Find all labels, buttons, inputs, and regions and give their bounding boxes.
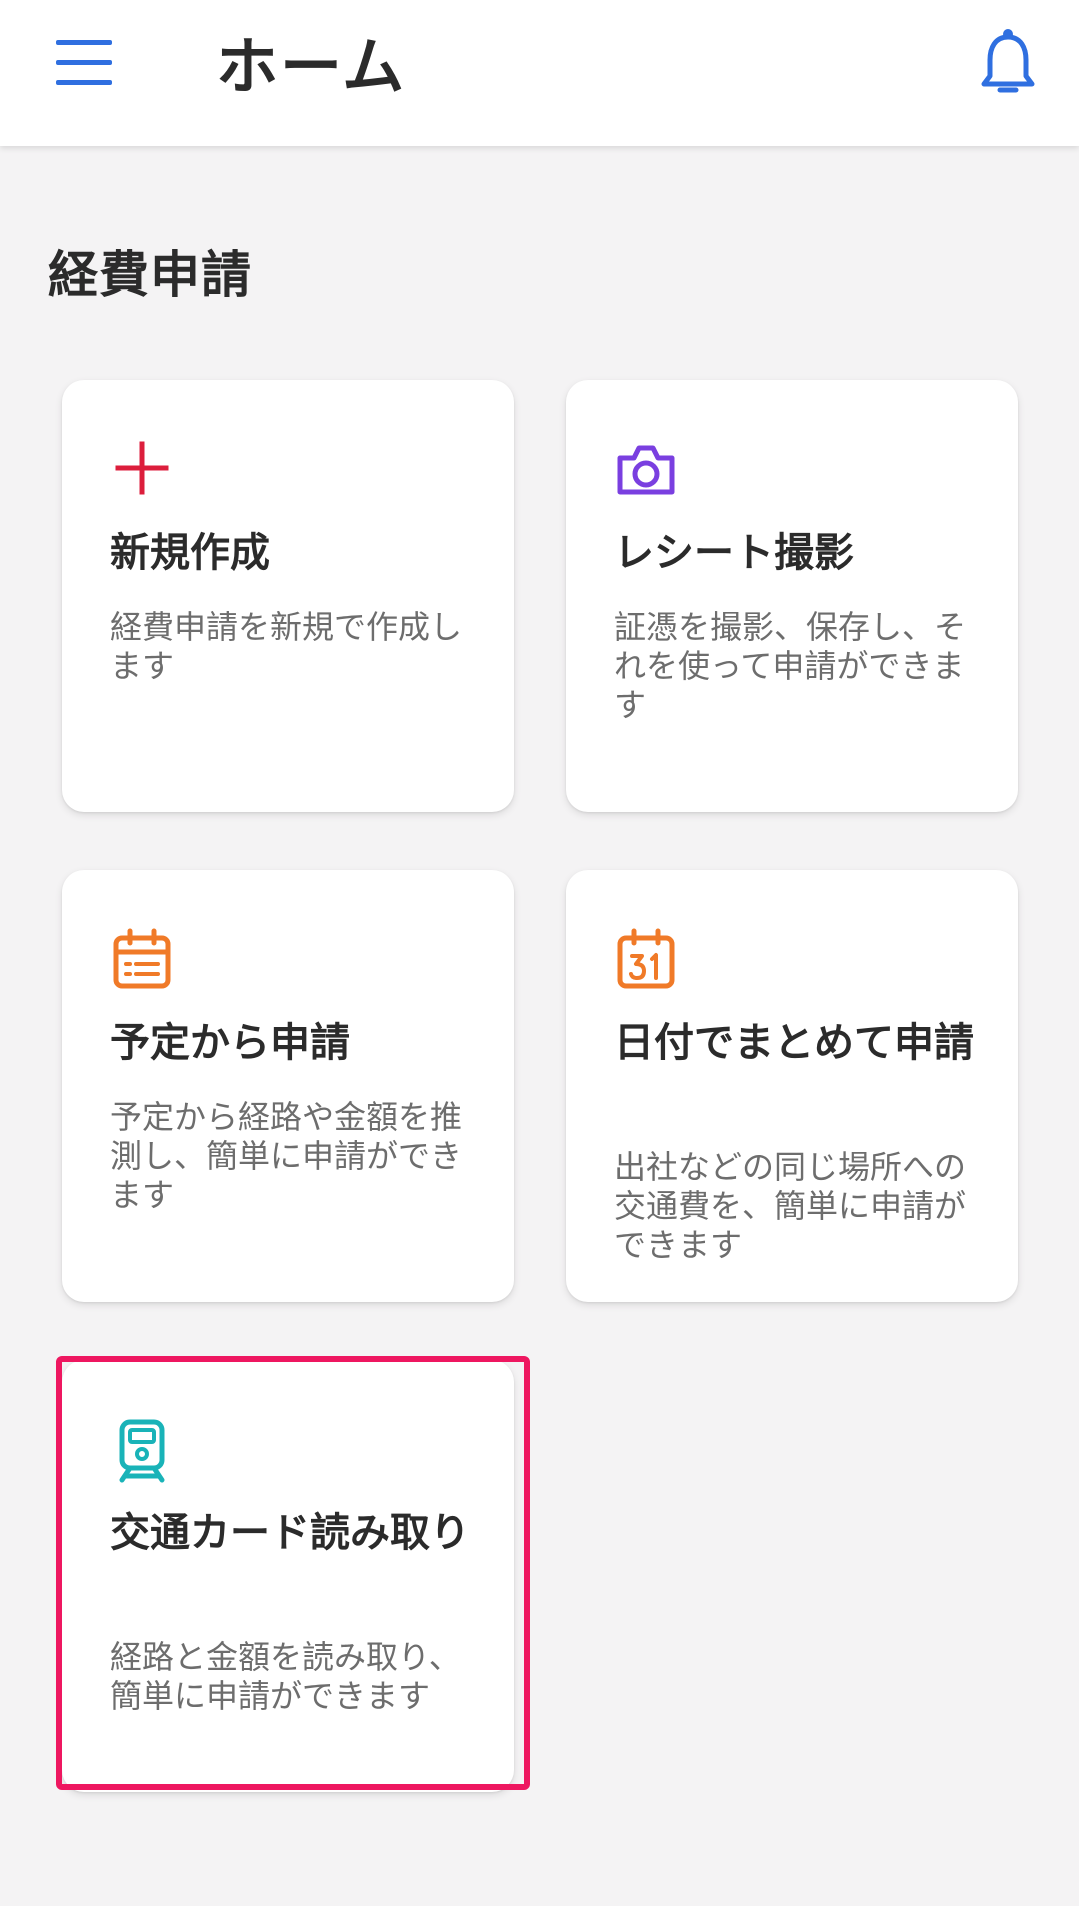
page-title: ホーム	[216, 30, 407, 103]
card-apply-by-date[interactable]: 日付でまとめて申請 出社などの同じ場所への交通費を、簡単に申請ができます	[566, 870, 1018, 1302]
card-description: 予定から経路や金額を推測し、簡単に申請ができます	[110, 1098, 463, 1214]
train-icon	[108, 1416, 176, 1484]
calendar-icon	[108, 926, 176, 994]
calendar-31-icon	[612, 926, 680, 994]
card-description: 出社などの同じ場所への交通費を、簡単に申請ができます	[614, 1148, 967, 1264]
app-header: ホーム	[0, 0, 1079, 146]
card-title: 交通カード読み取り	[110, 1510, 470, 1556]
section-title: 経費申請	[48, 246, 252, 304]
hamburger-menu-icon[interactable]	[50, 34, 120, 92]
card-title: 新規作成	[110, 530, 270, 576]
card-title: 日付でまとめて申請	[614, 1020, 974, 1066]
card-transit-card-read[interactable]: 交通カード読み取り 経路と金額を読み取り、簡単に申請ができます	[62, 1360, 514, 1792]
card-receipt-photo[interactable]: レシート撮影 証憑を撮影、保存し、それを使って申請ができます	[566, 380, 1018, 812]
card-new-expense[interactable]: 新規作成 経費申請を新規で作成します	[62, 380, 514, 812]
card-description: 証憑を撮影、保存し、それを使って申請ができます	[614, 608, 967, 724]
camera-icon	[612, 436, 680, 504]
card-title: レシート撮影	[614, 530, 854, 576]
card-description: 経路と金額を読み取り、簡単に申請ができます	[110, 1638, 461, 1715]
card-description: 経費申請を新規で作成します	[110, 608, 463, 685]
bell-icon[interactable]	[978, 28, 1038, 98]
card-title: 予定から申請	[110, 1020, 350, 1066]
plus-icon	[108, 436, 176, 504]
app-root: ホーム 経費申請 新規作成 経費申請を新規で作成します レシート撮影 証憑を撮影…	[0, 0, 1079, 1906]
card-apply-from-schedule[interactable]: 予定から申請 予定から経路や金額を推測し、簡単に申請ができます	[62, 870, 514, 1302]
